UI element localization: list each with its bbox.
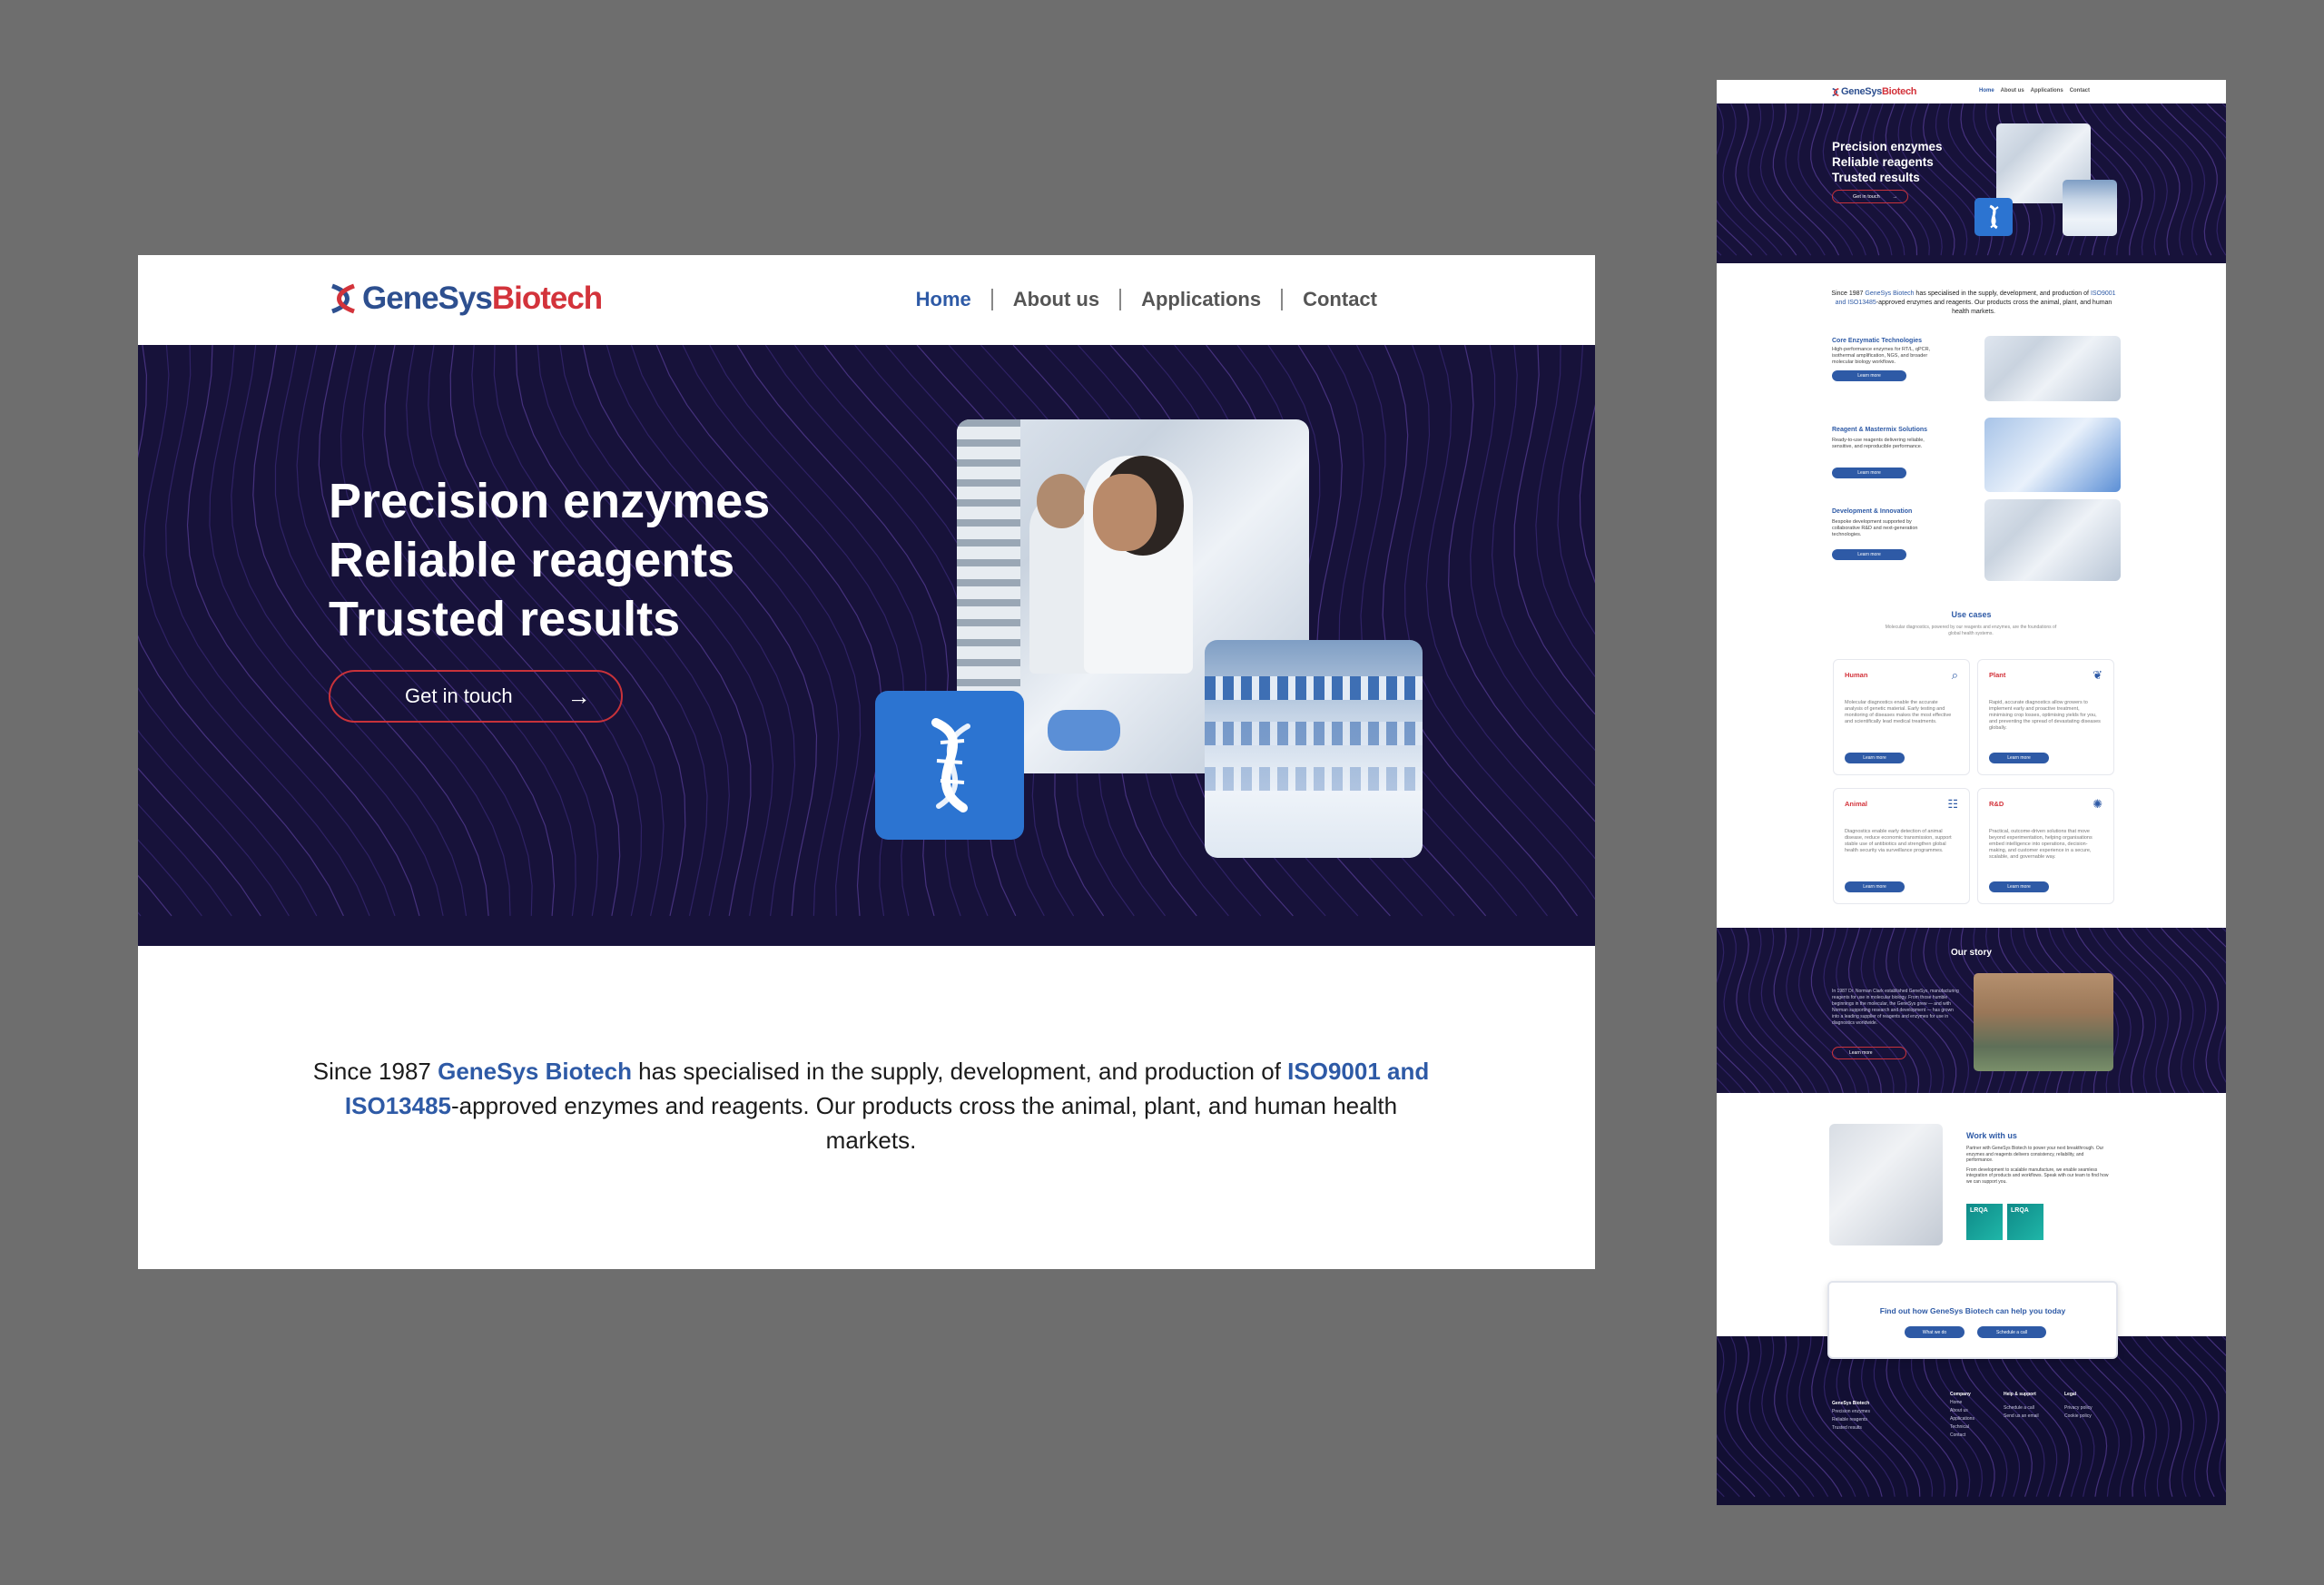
arrow-right-icon: → [566,682,591,710]
nav-about[interactable]: About us [2001,88,2024,94]
use-case-card-plant: Plant ❦ Rapid, accurate diagnostics allo… [1977,659,2114,775]
what-we-do-button[interactable]: What we do [1905,1326,1965,1338]
dna-logo-icon [1832,87,1839,96]
use-cases-title: Use cases [1951,610,1992,619]
learn-more-button[interactable]: Learn more [1989,881,2049,892]
wave-pattern [1717,103,2226,256]
desktop-hero: Precision enzymes Reliable reagents Trus… [138,345,1595,946]
desktop-header: GeneSys Biotech Home About us Application… [138,255,1595,345]
dna-helix-icon [1974,198,2013,236]
sample-tubes-photo [2063,180,2117,236]
schedule-call-button[interactable]: Schedule a call [1977,1326,2046,1338]
desktop-logo[interactable]: GeneSys Biotech [327,281,603,317]
nav-divider [1119,289,1122,310]
use-case-card-rnd: R&D ✺ Practical, outcome-driven solution… [1977,788,2114,904]
footer-company: Company Home About us Applications Techn… [1950,1392,1974,1438]
mobile-header: GeneSys Biotech Home About us Application… [1717,80,2226,103]
intro-paragraph: Since 1987 GeneSys Biotech has specialis… [1831,290,2116,315]
lrqa-certification-badge: LRQA [1966,1204,2003,1240]
leaf-icon: ❦ [2093,668,2102,682]
nav-divider [990,289,993,310]
dna-logo-icon [331,283,355,314]
fullpage-mockup: GeneSys Biotech Home About us Application… [1717,80,2226,1505]
grid-icon: ☷ [1947,797,1958,811]
solution-photo [1984,336,2121,401]
dna-helix-icon [875,691,1024,840]
solution-photo [1984,499,2121,581]
get-in-touch-button[interactable]: Get in touch → [1832,190,1908,203]
get-in-touch-button[interactable]: Get in touch → [329,670,623,723]
learn-more-button[interactable]: Learn more [1845,881,1905,892]
learn-more-button[interactable]: Learn more [1832,1047,1906,1059]
lab-photo [1829,1124,1943,1245]
sample-tubes-photo [1205,640,1423,858]
footer-help: Help & support Schedule a call Send us a… [2004,1392,2039,1419]
footer-brand: GeneSys Biotech Precision enzymes Reliab… [1832,1401,1870,1431]
intro-paragraph: Since 1987 GeneSys Biotech has specialis… [312,1058,1430,1154]
footer: GeneSys Biotech Precision enzymes Reliab… [1717,1336,2226,1505]
desktop-nav: Home About us Applications Contact [916,288,1377,311]
hero-headline: Precision enzymes Reliable reagents Trus… [1832,140,1943,184]
arrow-right-icon: → [1892,193,1898,200]
our-story-section: Our story In 1987 Dr. Norman Clark estab… [1717,928,2226,1093]
solution-photo [1984,418,2121,492]
learn-more-button[interactable]: Learn more [1832,549,1906,560]
use-case-card-human: Human ⌕ Molecular diagnostics enable the… [1833,659,1970,775]
mobile-hero: Precision enzymes Reliable reagents Trus… [1717,103,2226,263]
mobile-nav: Home About us Applications Contact [1979,88,2090,94]
nav-divider [1281,289,1284,310]
help-cta-box: Find out how GeneSys Biotech can help yo… [1827,1281,2118,1359]
solution-card: Development & Innovation Bespoke develop… [1832,499,2121,581]
molecule-icon: ✺ [2093,797,2102,811]
nav-contact[interactable]: Contact [2070,88,2090,94]
learn-more-button[interactable]: Learn more [1832,370,1906,381]
use-cases-subtitle: Molecular diagnostics, powered by our re… [1885,625,2057,636]
learn-more-button[interactable]: Learn more [1989,753,2049,763]
nav-applications[interactable]: Applications [2031,88,2063,94]
learn-more-button[interactable]: Learn more [1832,468,1906,478]
nav-home[interactable]: Home [916,288,971,311]
team-photo [1974,973,2113,1071]
lrqa-certification-badge: LRQA [2007,1204,2043,1240]
hero-headline: Precision enzymes Reliable reagents Trus… [329,474,771,646]
search-icon: ⌕ [1951,668,1958,682]
solution-card: Reagent & Mastermix Solutions Ready-to-u… [1832,418,2121,492]
footer-legal: Legal Privacy policy Cookie policy [2064,1392,2093,1419]
mobile-logo[interactable]: GeneSys Biotech [1831,86,1917,97]
nav-home[interactable]: Home [1979,88,1994,94]
solution-card: Core Enzymatic Technologies High-perform… [1832,336,2121,410]
nav-about[interactable]: About us [1013,288,1099,311]
nav-contact[interactable]: Contact [1303,288,1377,311]
desktop-mockup: GeneSys Biotech Home About us Application… [138,255,1595,1269]
learn-more-button[interactable]: Learn more [1845,753,1905,763]
use-case-card-animal: Animal ☷ Diagnostics enable early detect… [1833,788,1970,904]
nav-applications[interactable]: Applications [1141,288,1261,311]
